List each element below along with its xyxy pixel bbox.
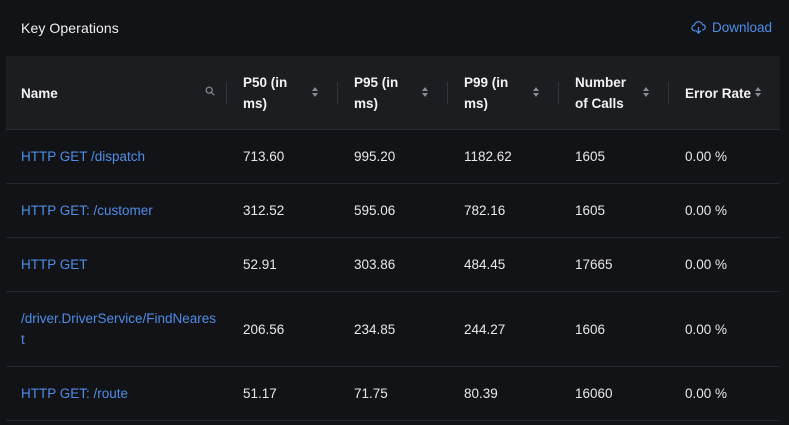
column-header-label: P50 (in ms) (243, 75, 288, 111)
p50-cell: 312.52 (243, 203, 285, 218)
search-icon[interactable] (205, 86, 215, 96)
operations-table: Name P50 (in ms) P95 (in ms) P99 (in ms)… (6, 56, 780, 421)
sort-icon[interactable] (643, 87, 649, 97)
calls-cell: 16060 (575, 386, 613, 401)
key-operations-panel: Key Operations Download Name P50 (in ms)… (0, 0, 789, 425)
column-header-label: P99 (in ms) (464, 75, 509, 111)
p95-cell: 71.75 (354, 386, 388, 401)
download-label: Download (711, 20, 772, 35)
column-header-label: Name (21, 85, 58, 101)
error-rate-cell: 0.00 % (685, 149, 728, 164)
operation-name-link[interactable]: HTTP GET: /customer (21, 184, 221, 237)
column-header-label: Number of Calls (575, 75, 627, 111)
error-rate-cell: 0.00 % (685, 321, 728, 337)
table-row: HTTP GET 52.91 303.86 484.45 17665 0.00 … (6, 238, 780, 292)
panel-title: Key Operations (21, 20, 119, 36)
column-header-calls[interactable]: Number of Calls (559, 56, 669, 130)
sort-icon[interactable] (533, 87, 539, 97)
cloud-download-icon (691, 21, 706, 34)
operation-name-link[interactable]: HTTP GET: /route (21, 367, 221, 420)
column-header-label: P95 (in ms) (354, 75, 399, 111)
table-row: HTTP GET: /customer 312.52 595.06 782.16… (6, 184, 780, 238)
table-header: Name P50 (in ms) P95 (in ms) P99 (in ms)… (6, 56, 780, 130)
error-rate-cell: 0.00 % (685, 257, 728, 272)
p99-cell: 782.16 (464, 203, 506, 218)
calls-cell: 17665 (575, 257, 613, 272)
calls-cell: 1605 (575, 149, 606, 164)
column-header-p95[interactable]: P95 (in ms) (338, 56, 448, 130)
column-header-error-rate[interactable]: Error Rate (669, 56, 780, 130)
p95-cell: 595.06 (354, 203, 396, 218)
column-header-label: Error Rate (685, 85, 752, 101)
sort-icon[interactable] (755, 87, 761, 97)
sort-icon[interactable] (422, 87, 428, 97)
operation-name-link[interactable]: /driver.DriverService/FindNearest (21, 292, 217, 366)
p50-cell: 206.56 (243, 321, 285, 337)
calls-cell: 1606 (575, 321, 606, 337)
table-row: HTTP GET: /route 51.17 71.75 80.39 16060… (6, 367, 780, 421)
p95-cell: 303.86 (354, 257, 396, 272)
table-row: HTTP GET /dispatch 713.60 995.20 1182.62… (6, 130, 780, 184)
p95-cell: 234.85 (354, 321, 396, 337)
error-rate-cell: 0.00 % (685, 203, 728, 218)
p99-cell: 1182.62 (464, 149, 512, 164)
p99-cell: 80.39 (464, 386, 498, 401)
column-header-p99[interactable]: P99 (in ms) (448, 56, 559, 130)
p50-cell: 51.17 (243, 386, 277, 401)
p50-cell: 713.60 (243, 149, 285, 164)
sort-icon[interactable] (312, 87, 318, 97)
table-row: /driver.DriverService/FindNearest 206.56… (6, 292, 780, 367)
panel-header: Key Operations Download (0, 0, 789, 56)
error-rate-cell: 0.00 % (685, 386, 728, 401)
calls-cell: 1605 (575, 203, 606, 218)
operation-name-link[interactable]: HTTP GET (21, 238, 221, 291)
p99-cell: 244.27 (464, 321, 506, 337)
column-header-name[interactable]: Name (6, 56, 227, 130)
p99-cell: 484.45 (464, 257, 506, 272)
column-header-p50[interactable]: P50 (in ms) (227, 56, 338, 130)
operation-name-link[interactable]: HTTP GET /dispatch (21, 130, 221, 183)
p50-cell: 52.91 (243, 257, 277, 272)
download-button[interactable]: Download (691, 20, 772, 35)
p95-cell: 995.20 (354, 149, 396, 164)
